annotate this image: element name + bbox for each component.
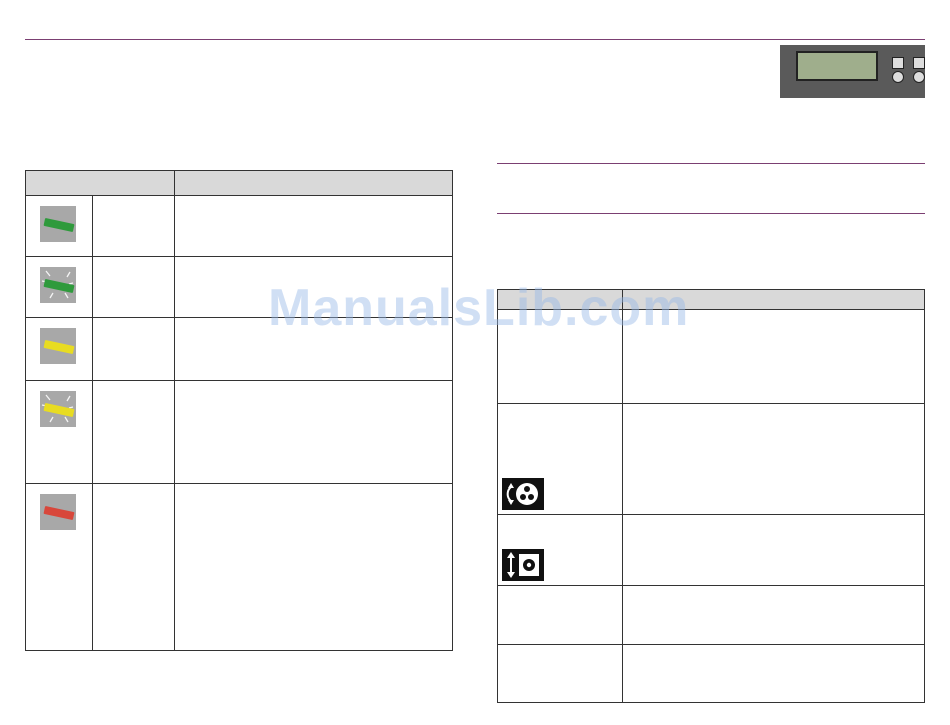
status-light-table (25, 170, 453, 651)
panel-button (892, 57, 904, 69)
table-cell (92, 483, 175, 651)
table-row (25, 380, 453, 484)
icon-cell (497, 403, 623, 515)
green-light-icon (40, 206, 76, 242)
panel-button (892, 71, 904, 83)
table-row (497, 403, 925, 515)
panel-button (913, 57, 925, 69)
light-cell (25, 195, 93, 257)
yellow-flashing-light-icon (40, 391, 76, 427)
table-cell (174, 195, 453, 257)
table-row (25, 195, 453, 257)
table-cell (92, 380, 175, 484)
table-cell (92, 195, 175, 257)
top-rule (25, 39, 925, 40)
watermark: ManualsLib.com (268, 279, 690, 337)
panel-icon-table (497, 289, 925, 703)
control-panel-photo (780, 45, 925, 98)
light-cell (25, 317, 93, 381)
yellow-light-icon (40, 328, 76, 364)
table-row (25, 483, 453, 651)
icon-cell (497, 514, 623, 586)
ink-cartridge-lift-icon (502, 549, 544, 581)
light-cell (25, 380, 93, 484)
table-cell (92, 256, 175, 318)
light-cell (25, 483, 93, 651)
table-cell (497, 585, 623, 645)
table-header-cell (174, 170, 453, 196)
table-cell (92, 317, 175, 381)
panel-button (913, 71, 925, 83)
light-cell (25, 256, 93, 318)
section-rule (497, 163, 925, 164)
table-cell (622, 644, 925, 703)
table-row (497, 514, 925, 586)
green-flashing-light-icon (40, 267, 76, 303)
table-cell (622, 585, 925, 645)
table-cell (497, 644, 623, 703)
table-cell (622, 403, 925, 515)
section-rule (497, 213, 925, 214)
red-light-icon (40, 494, 76, 530)
lcd-display (796, 51, 878, 81)
table-row (497, 644, 925, 703)
table-cell (174, 380, 453, 484)
table-row (497, 585, 925, 645)
table-header-cell (25, 170, 175, 196)
table-cell (174, 483, 453, 651)
table-header-row (25, 170, 453, 196)
table-cell (622, 514, 925, 586)
paper-roll-load-icon (502, 478, 544, 510)
